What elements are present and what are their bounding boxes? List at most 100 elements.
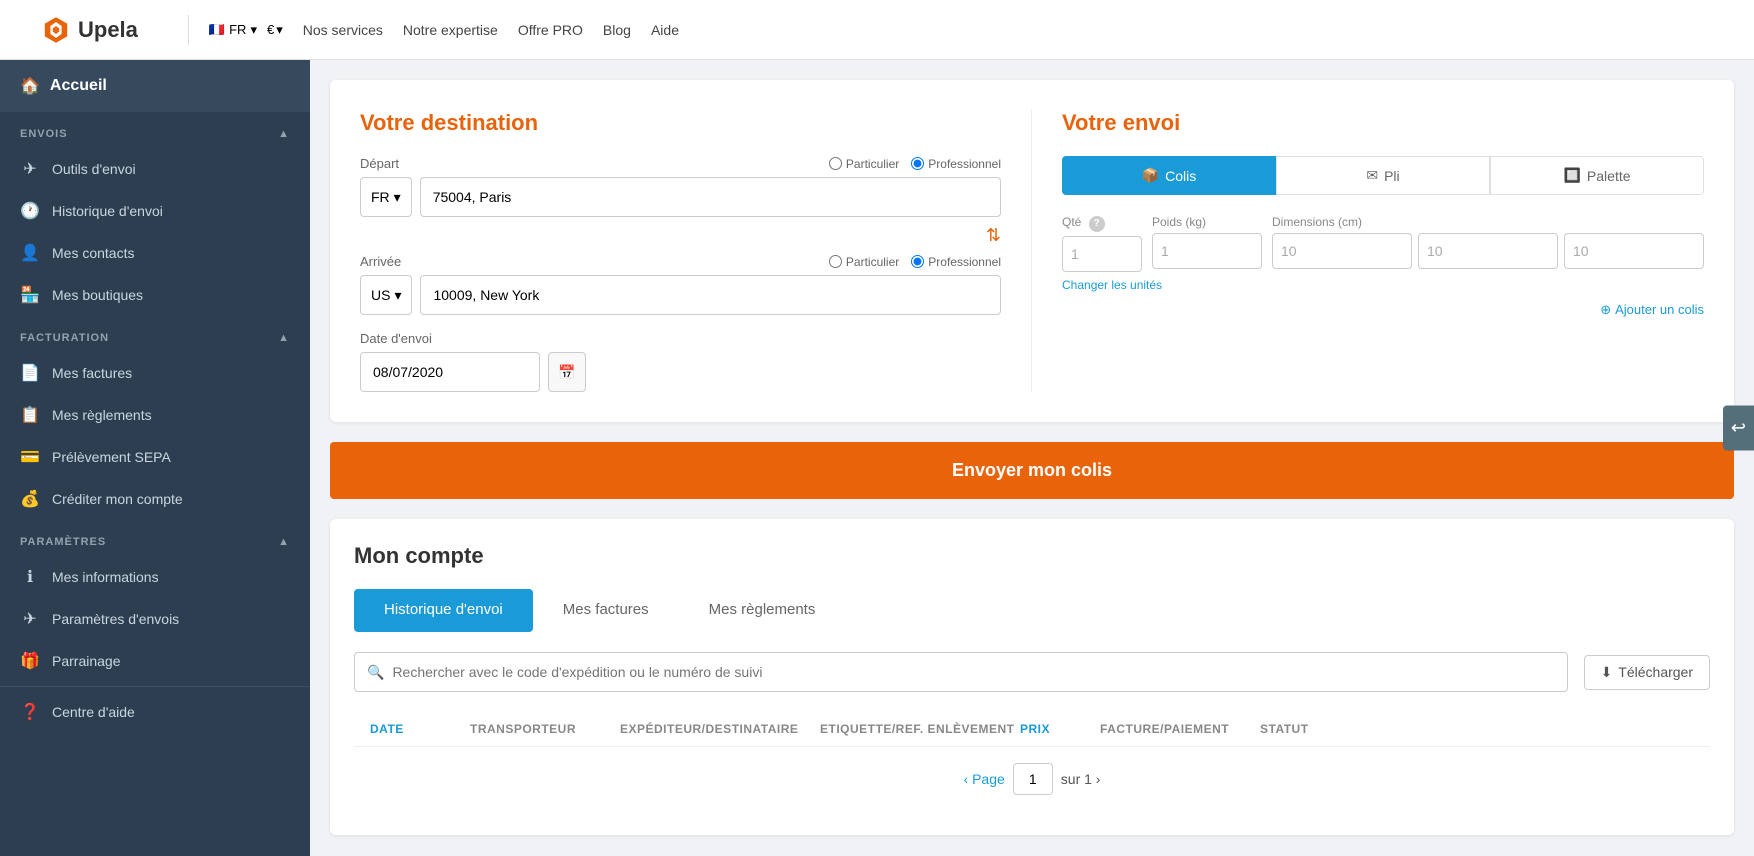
date-label: Date d'envoi: [360, 331, 1001, 346]
pagination: ‹ Page sur 1 ›: [354, 747, 1710, 811]
envois-collapse-arrow[interactable]: ▲: [278, 128, 290, 140]
top-navigation: Upela 🇫🇷 FR ▾ € ▾ Nos services Notre exp…: [0, 0, 1754, 60]
logo-icon: [40, 14, 72, 46]
sidebar-item-mes-informations[interactable]: ℹ Mes informations: [0, 556, 310, 598]
swap-icon[interactable]: ⇅: [360, 225, 1001, 246]
arrivee-professionnel-radio[interactable]: Professionnel: [911, 255, 1001, 269]
parametres-collapse-arrow[interactable]: ▲: [278, 536, 290, 548]
search-icon: 🔍: [367, 664, 384, 681]
arrivee-input-row: US ▾: [360, 275, 1001, 315]
nav-link-expertise[interactable]: Notre expertise: [403, 22, 498, 38]
send-colis-button[interactable]: Envoyer mon colis: [330, 442, 1734, 499]
table-header: DATE TRANSPORTEUR EXPÉDITEUR/DESTINATAIR…: [354, 712, 1710, 747]
tab-pli[interactable]: ✉ Pli: [1276, 156, 1490, 195]
payment-icon: 📋: [20, 405, 40, 425]
credit-icon: 💰: [20, 489, 40, 509]
sidebar-item-boutiques[interactable]: 🏪 Mes boutiques: [0, 274, 310, 316]
search-box: 🔍: [354, 652, 1568, 692]
help-icon: ❓: [20, 702, 40, 722]
search-row: 🔍 ⬇ Télécharger: [354, 652, 1710, 692]
sidebar-item-parametres-envois[interactable]: ✈ Paramètres d'envois: [0, 598, 310, 640]
destination-envoi-card: Votre destination Départ Particulier Pro…: [330, 80, 1734, 422]
sidebar-item-outils-envoi[interactable]: ✈ Outils d'envoi: [0, 148, 310, 190]
dim-height-input[interactable]: [1564, 233, 1704, 269]
facturation-collapse-arrow[interactable]: ▲: [278, 332, 290, 344]
back-arrow-icon: ↩: [1731, 418, 1746, 438]
nav-link-services[interactable]: Nos services: [303, 22, 383, 38]
send-icon: ✈: [20, 159, 40, 179]
sidebar-item-reglements[interactable]: 📋 Mes règlements: [0, 394, 310, 436]
page-number-input[interactable]: [1013, 763, 1053, 795]
sidebar-item-crediter[interactable]: 💰 Créditer mon compte: [0, 478, 310, 520]
dim-inputs: [1272, 233, 1704, 269]
dim-length-input[interactable]: [1272, 233, 1412, 269]
sidebar-item-historique[interactable]: 🕐 Historique d'envoi: [0, 190, 310, 232]
account-tab-factures[interactable]: Mes factures: [533, 589, 679, 632]
sidebar-section-parametres: PARAMÈTRES ▲: [0, 520, 310, 556]
nav-link-aide[interactable]: Aide: [651, 22, 679, 38]
date-input[interactable]: [360, 352, 540, 392]
sidebar-item-centre-aide[interactable]: ❓ Centre d'aide: [0, 691, 310, 733]
sidebar-item-factures[interactable]: 📄 Mes factures: [0, 352, 310, 394]
tab-colis[interactable]: 📦 Colis: [1062, 156, 1276, 195]
arrivee-particulier-radio[interactable]: Particulier: [829, 255, 899, 269]
pli-icon: ✉: [1366, 167, 1378, 184]
main-layout: 🏠 Accueil ENVOIS ▲ ✈ Outils d'envoi 🕐 Hi…: [0, 60, 1754, 856]
mon-compte-card: Mon compte Historique d'envoi Mes factur…: [330, 519, 1734, 835]
depart-city-input[interactable]: [420, 177, 1001, 217]
destination-title: Votre destination: [360, 110, 1001, 136]
sidebar-item-sepa[interactable]: 💳 Prélèvement SEPA: [0, 436, 310, 478]
account-tabs: Historique d'envoi Mes factures Mes règl…: [354, 589, 1710, 632]
account-tab-historique[interactable]: Historique d'envoi: [354, 589, 533, 632]
shop-icon: 🏪: [20, 285, 40, 305]
nav-currency-selector[interactable]: € ▾: [267, 22, 283, 38]
depart-country-select[interactable]: FR ▾: [360, 177, 412, 217]
nav-link-blog[interactable]: Blog: [603, 22, 631, 38]
logo[interactable]: Upela: [40, 14, 138, 46]
arrivee-country-select[interactable]: US ▾: [360, 275, 412, 315]
destination-envoi-grid: Votre destination Départ Particulier Pro…: [360, 110, 1704, 392]
colis-icon: 📦: [1142, 167, 1159, 184]
qty-help-icon: ?: [1089, 216, 1105, 232]
sidebar-item-contacts[interactable]: 👤 Mes contacts: [0, 232, 310, 274]
chevron-down-icon: ▾: [394, 189, 401, 206]
col-statut: STATUT: [1260, 722, 1360, 736]
add-colis-button[interactable]: ⊕ Ajouter un colis: [1062, 302, 1704, 318]
weight-input[interactable]: [1152, 233, 1262, 269]
arrivee-label-row: Arrivée Particulier Professionnel: [360, 254, 1001, 269]
prev-page-button[interactable]: ‹ Page: [964, 771, 1005, 787]
download-icon: ⬇: [1601, 664, 1613, 681]
sidebar-item-parrainage[interactable]: 🎁 Parrainage: [0, 640, 310, 682]
col-expediteur: EXPÉDITEUR/DESTINATAIRE: [620, 722, 820, 736]
sidebar: 🏠 Accueil ENVOIS ▲ ✈ Outils d'envoi 🕐 Hi…: [0, 60, 310, 856]
search-input[interactable]: [392, 664, 1554, 680]
depart-professionnel-radio[interactable]: Professionnel: [911, 157, 1001, 171]
tab-palette[interactable]: 🔲 Palette: [1490, 156, 1704, 195]
history-icon: 🕐: [20, 201, 40, 221]
chevron-down-icon-arrivee: ▾: [394, 287, 401, 304]
nav-links: Nos services Notre expertise Offre PRO B…: [303, 22, 679, 38]
back-button[interactable]: ↩: [1723, 406, 1754, 451]
download-button[interactable]: ⬇ Télécharger: [1584, 655, 1710, 690]
nav-divider: [188, 15, 189, 45]
sepa-icon: 💳: [20, 447, 40, 467]
settings-send-icon: ✈: [20, 609, 40, 629]
nav-link-pro[interactable]: Offre PRO: [518, 22, 583, 38]
weight-field: Poids (kg): [1152, 215, 1262, 269]
account-tab-reglements[interactable]: Mes règlements: [679, 589, 846, 632]
arrivee-radio-group: Particulier Professionnel: [829, 255, 1001, 269]
arrivee-city-input[interactable]: [420, 275, 1001, 315]
sidebar-section-facturation: FACTURATION ▲: [0, 316, 310, 352]
sidebar-home[interactable]: 🏠 Accueil: [0, 60, 310, 112]
calendar-icon: 📅: [558, 364, 575, 381]
col-transporteur: TRANSPORTEUR: [470, 722, 620, 736]
depart-particulier-radio[interactable]: Particulier: [829, 157, 899, 171]
nav-lang-selector[interactable]: 🇫🇷 FR ▾: [209, 22, 257, 38]
change-units-link[interactable]: Changer les unités: [1062, 278, 1704, 292]
dim-width-input[interactable]: [1418, 233, 1558, 269]
plus-circle-icon: ⊕: [1600, 302, 1611, 318]
invoice-icon: 📄: [20, 363, 40, 383]
qty-input[interactable]: [1062, 236, 1142, 272]
qty-field: Qté ?: [1062, 215, 1142, 272]
calendar-button[interactable]: 📅: [548, 352, 586, 392]
